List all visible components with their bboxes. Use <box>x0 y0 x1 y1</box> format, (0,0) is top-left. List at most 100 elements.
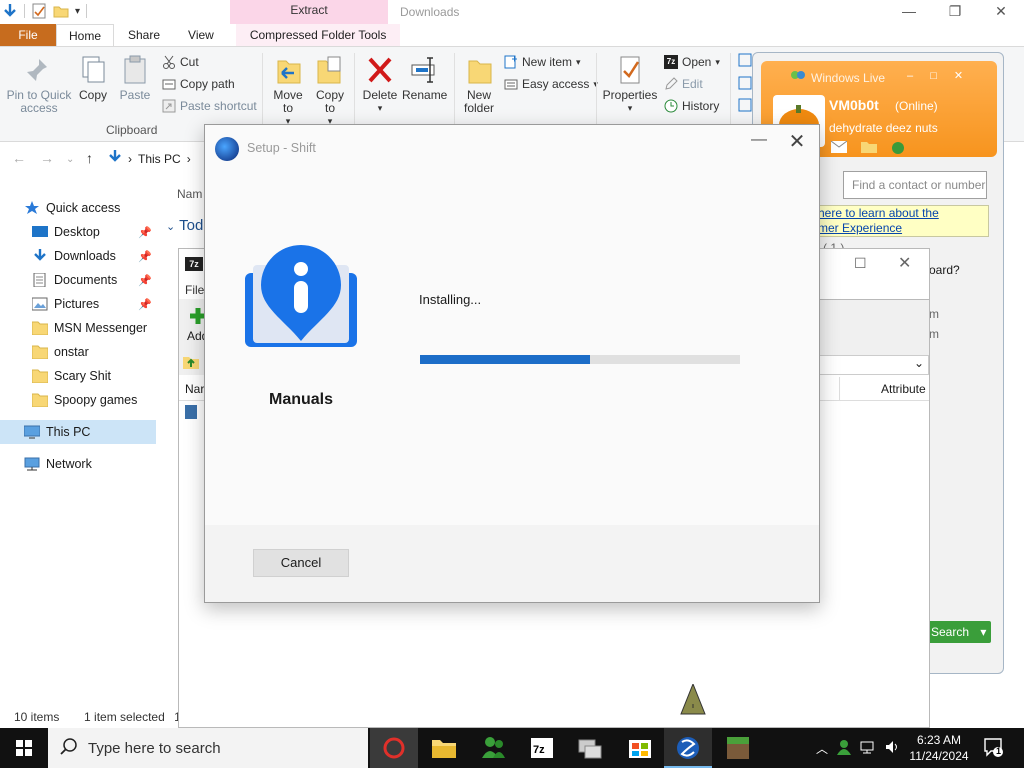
copy-button[interactable]: Copy <box>76 55 110 102</box>
start-button[interactable] <box>0 728 48 768</box>
breadcrumb[interactable]: › This PC › <box>108 150 191 167</box>
taskbar-app-opera[interactable] <box>370 728 418 768</box>
up-arrow-icon[interactable]: ↑ <box>86 150 93 166</box>
notification-count-badge: 1 <box>996 746 1002 756</box>
copy-icon <box>79 55 107 85</box>
breadcrumb-separator-icon: › <box>128 151 132 166</box>
properties-check-icon[interactable] <box>31 3 47 19</box>
forward-arrow-icon[interactable]: → <box>40 150 54 166</box>
taskbar-app-network-manager[interactable] <box>566 728 614 768</box>
customize-qat-chevron-icon[interactable]: ▾ <box>75 6 80 17</box>
taskbar-app-minecraft[interactable] <box>714 728 762 768</box>
back-arrow-icon[interactable]: ← <box>12 150 26 166</box>
sidebar-item-scary-shit[interactable]: Scary Shit <box>0 364 156 388</box>
sidebar-item-this-pc[interactable]: This PC <box>0 420 156 444</box>
tab-file[interactable]: File <box>0 24 56 46</box>
taskbar-app-store[interactable] <box>616 728 664 768</box>
paste-shortcut-button[interactable]: Paste shortcut <box>162 99 257 113</box>
folder-up-icon[interactable] <box>183 355 199 372</box>
tab-view[interactable]: View <box>174 24 228 46</box>
rename-button[interactable]: Rename <box>402 55 447 102</box>
chevron-down-icon: ⌄ <box>913 356 924 370</box>
tab-share[interactable]: Share <box>114 24 174 46</box>
new-folder-button[interactable]: New folder <box>458 55 500 115</box>
maximize-button[interactable]: □ <box>930 70 937 82</box>
sidebar-item-quick-access[interactable]: Quick access <box>0 196 156 220</box>
notification-center-icon[interactable]: 1 <box>982 736 1004 758</box>
delete-button[interactable]: Delete ▾ <box>360 55 400 115</box>
group-header-today[interactable]: ⌄ Tod <box>166 217 203 234</box>
folder-icon <box>31 369 49 384</box>
find-contact-input[interactable]: Find a contact or number <box>843 171 987 199</box>
move-to-label: Move to <box>273 88 303 115</box>
properties-button[interactable]: Properties ▾ <box>602 55 658 115</box>
cancel-button[interactable]: Cancel <box>253 549 349 577</box>
copy-path-button[interactable]: Copy path <box>162 77 235 91</box>
select-grid-icon[interactable] <box>738 53 752 116</box>
sidebar-item-pictures[interactable]: Pictures 📌 <box>0 292 156 316</box>
taskbar-clock[interactable]: 6:23 AM 11/24/2024 <box>904 732 974 764</box>
tab-compressed-folder-tools[interactable]: Compressed Folder Tools <box>235 24 401 46</box>
close-button[interactable]: ✕ <box>954 70 963 82</box>
column-header-name[interactable]: Nar <box>185 382 204 396</box>
close-button[interactable]: ✕ <box>779 129 815 155</box>
globe-icon[interactable] <box>891 141 905 158</box>
path-dropdown[interactable]: ⌄ <box>819 355 929 375</box>
minimize-button[interactable]: — <box>741 131 777 155</box>
sidebar-item-network[interactable]: Network <box>0 452 156 476</box>
close-button[interactable]: ✕ <box>978 0 1024 24</box>
minimize-button[interactable]: — <box>886 0 932 24</box>
download-arrow-icon[interactable] <box>2 3 18 19</box>
recent-chevron-icon[interactable]: ⌄ <box>66 154 74 165</box>
minimize-button[interactable]: – <box>907 70 913 82</box>
maximize-button[interactable]: ❐ <box>932 0 978 24</box>
copy-to-button[interactable]: Copy to ▾ <box>312 55 348 128</box>
messenger-ad-banner[interactable]: here to learn about the mer Experience <box>813 205 989 237</box>
search-button[interactable]: Search ▾ <box>927 621 991 643</box>
history-button[interactable]: History <box>664 99 719 113</box>
menu-file[interactable]: File <box>185 283 204 297</box>
taskbar-search-box[interactable]: Type here to search <box>48 728 368 768</box>
mail-icon[interactable] <box>830 140 848 158</box>
taskbar-app-messenger[interactable] <box>470 728 518 768</box>
maximize-button[interactable]: ☐ <box>854 255 867 272</box>
sidebar-item-msn-messenger[interactable]: MSN Messenger <box>0 316 156 340</box>
sidebar-item-spoopy-games[interactable]: Spoopy games <box>0 388 156 412</box>
paste-icon <box>121 55 149 85</box>
file-icon[interactable] <box>185 405 197 419</box>
edit-button[interactable]: Edit <box>664 77 703 91</box>
explorer-titlebar: ▾ Extract Downloads — ❐ ✕ <box>0 0 1024 24</box>
taskbar-app-shift-setup[interactable] <box>664 728 712 768</box>
tab-home[interactable]: Home <box>56 24 114 46</box>
copy-to-label: Copy to <box>315 88 344 115</box>
sidebar-item-desktop[interactable]: Desktop 📌 <box>0 220 156 244</box>
volume-icon[interactable] <box>884 739 900 758</box>
show-hidden-icons-chevron-icon[interactable]: ︿ <box>816 740 828 757</box>
folder-icon[interactable] <box>861 141 877 158</box>
messenger-personal-message[interactable]: dehydrate deez nuts <box>829 121 938 135</box>
messenger-tray-icon[interactable] <box>836 739 852 758</box>
sidebar-item-onstar[interactable]: onstar <box>0 340 156 364</box>
close-button[interactable]: ✕ <box>898 253 911 273</box>
sidebar-item-documents[interactable]: Documents 📌 <box>0 268 156 292</box>
taskbar-app-7zip[interactable]: 7z <box>518 728 566 768</box>
easy-access-button[interactable]: Easy access▾ <box>504 77 598 91</box>
pin-to-quick-access-button[interactable]: Pin to Quick access <box>4 55 74 115</box>
cut-button[interactable]: Cut <box>162 55 199 69</box>
taskbar-app-file-explorer[interactable] <box>420 728 468 768</box>
new-item-button[interactable]: New item ▾ <box>504 55 581 69</box>
open-button[interactable]: 7z Open ▾ <box>664 55 720 69</box>
messenger-username[interactable]: VM0b0t <box>829 97 879 113</box>
new-folder-icon[interactable] <box>53 3 69 19</box>
sidebar-item-downloads[interactable]: Downloads 📌 <box>0 244 156 268</box>
column-header-name[interactable]: Nam <box>177 187 202 201</box>
ribbon-separator <box>730 53 731 135</box>
breadcrumb-item[interactable]: This PC <box>138 152 181 166</box>
paste-button[interactable]: Paste <box>118 55 152 102</box>
column-header-attributes[interactable]: Attribute <box>881 382 926 396</box>
pin-icon <box>25 55 53 85</box>
messenger-online-status[interactable]: (Online) <box>895 99 938 113</box>
messenger-window-controls: – □ ✕ <box>907 69 963 82</box>
move-to-button[interactable]: Move to ▾ <box>268 55 308 128</box>
network-icon[interactable] <box>860 739 876 758</box>
